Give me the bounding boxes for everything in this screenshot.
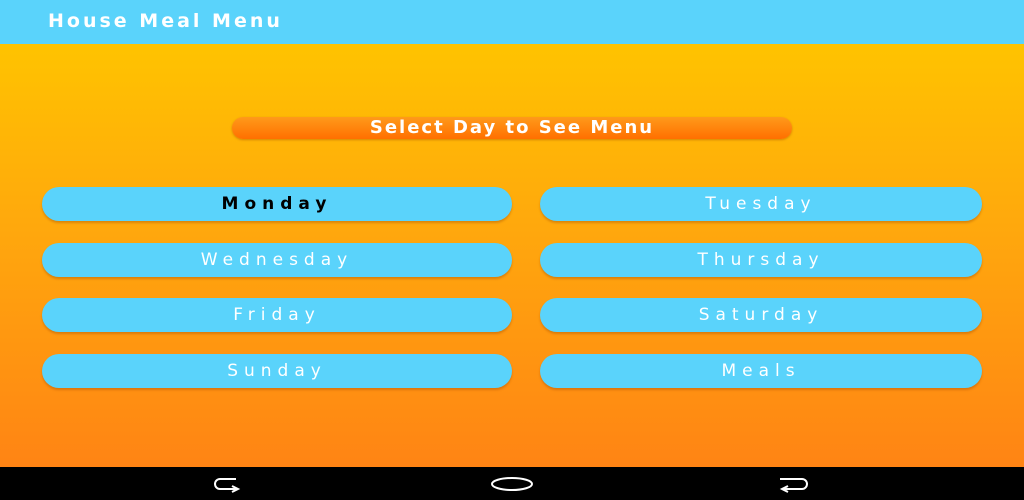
select-day-header: Select Day to See Menu	[232, 117, 792, 139]
day-button-wednesday[interactable]: Wednesday	[42, 243, 512, 277]
status-bar	[0, 0, 1024, 2]
home-icon[interactable]	[490, 475, 534, 493]
day-button-sunday[interactable]: Sunday	[42, 354, 512, 388]
recents-icon[interactable]	[772, 475, 816, 493]
day-button-saturday[interactable]: Saturday	[540, 298, 982, 332]
system-navigation-bar	[0, 467, 1024, 500]
day-button-tuesday[interactable]: Tuesday	[540, 187, 982, 221]
day-button-friday[interactable]: Friday	[42, 298, 512, 332]
app-bar: House Meal Menu	[0, 0, 1024, 44]
app-title: House Meal Menu	[48, 10, 283, 32]
back-icon[interactable]	[206, 475, 250, 493]
day-button-thursday[interactable]: Thursday	[540, 243, 982, 277]
menu-screen: Select Day to See Menu Monday Tuesday We…	[0, 44, 1024, 467]
day-button-monday[interactable]: Monday	[42, 187, 512, 221]
meals-button[interactable]: Meals	[540, 354, 982, 388]
